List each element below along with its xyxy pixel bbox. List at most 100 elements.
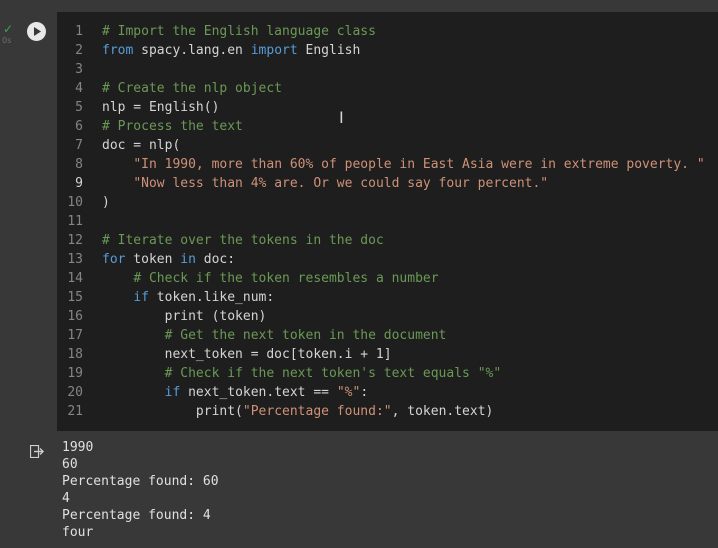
line-number: 21 xyxy=(67,404,83,419)
code-text: doc = nlp( xyxy=(102,136,180,155)
code-text: "Now less than 4% are. Or we could say f… xyxy=(102,174,548,193)
code-line[interactable]: 7 doc = nlp( xyxy=(57,136,718,155)
code-token: print( xyxy=(102,404,243,419)
run-cell-button[interactable] xyxy=(27,22,46,41)
line-number: 1 xyxy=(75,24,83,39)
code-token: next_token = doc[token.i + 1] xyxy=(102,347,392,362)
code-token: spacy.lang.en xyxy=(133,43,251,58)
code-line[interactable]: 8 "In 1990, more than 60% of people in E… xyxy=(57,155,718,174)
code-text: # Iterate over the tokens in the doc xyxy=(102,231,384,250)
line-number: 2 xyxy=(75,43,83,58)
cell-output: 1990 60 Percentage found: 60 4 Percentage fo… xyxy=(0,431,718,548)
code-token: , token.text) xyxy=(391,404,494,419)
code-line[interactable]: 20 if next_token.text == "%": xyxy=(57,383,718,402)
code-text: if token.like_num: xyxy=(102,288,274,307)
code-text: print("Percentage found:", token.text) xyxy=(102,402,493,421)
code-text: print (token) xyxy=(102,307,267,326)
output-redirect-icon[interactable] xyxy=(29,443,44,462)
code-line[interactable]: 6 # Process the text xyxy=(57,117,718,136)
line-number: 8 xyxy=(75,157,83,172)
output-line: Percentage found: 60 xyxy=(62,474,219,489)
code-line[interactable]: 5 nlp = English() xyxy=(57,98,718,117)
code-line[interactable]: 4 # Create the nlp object xyxy=(57,79,718,98)
code-line[interactable]: 11 xyxy=(57,212,718,231)
cell-gutter: ✓ 0s xyxy=(0,12,57,431)
code-text: "In 1990, more than 60% of people in Eas… xyxy=(102,155,704,174)
line-number: 13 xyxy=(67,252,83,267)
output-line: 4 xyxy=(62,491,70,506)
line-number: 18 xyxy=(67,347,83,362)
code-token: # Check if the next token's text equals … xyxy=(164,366,502,381)
code-token: for xyxy=(102,252,126,267)
code-line[interactable]: 21 print("Percentage found:", token.text… xyxy=(57,402,718,421)
code-token: # Import the English language class xyxy=(102,24,376,39)
output-line: Percentage found: 4 xyxy=(62,508,211,523)
play-icon xyxy=(33,27,41,36)
code-text: # Create the nlp object xyxy=(102,79,282,98)
code-cell[interactable]: ✓ 0s I 1 # Import the English language cl… xyxy=(0,12,718,431)
code-line[interactable]: 15 if token.like_num: xyxy=(57,288,718,307)
line-number: 12 xyxy=(67,233,83,248)
code-token: "Now less than 4% are. Or we could say f… xyxy=(133,176,549,191)
line-number: 3 xyxy=(75,62,83,77)
output-text: 1990 60 Percentage found: 60 4 Percentage fo… xyxy=(62,439,219,541)
code-line[interactable]: 13 for token in doc: xyxy=(57,250,718,269)
execution-duration: 0s xyxy=(2,36,12,45)
code-line[interactable]: 17 # Get the next token in the document xyxy=(57,326,718,345)
code-token: doc: xyxy=(195,252,236,267)
code-line[interactable]: 14 # Check if the token resembles a numb… xyxy=(57,269,718,288)
code-text: nlp = English() xyxy=(102,98,219,117)
code-line[interactable]: 16 print (token) xyxy=(57,307,718,326)
output-line: 1990 xyxy=(62,440,94,455)
code-line[interactable]: 1 # Import the English language class xyxy=(57,22,718,41)
code-token: if xyxy=(164,385,181,400)
code-line[interactable]: 2 from spacy.lang.en import English xyxy=(57,41,718,60)
code-line[interactable]: 19 # Check if the next token's text equa… xyxy=(57,364,718,383)
code-text: # Check if the next token's text equals … xyxy=(102,364,502,383)
code-line[interactable]: 3 xyxy=(57,60,718,79)
code-token: "%" xyxy=(336,385,361,400)
code-line[interactable]: 10) xyxy=(57,193,718,212)
line-number: 19 xyxy=(67,366,83,381)
code-line[interactable]: 12 # Iterate over the tokens in the doc xyxy=(57,231,718,250)
code-token: import xyxy=(250,43,298,58)
line-number: 10 xyxy=(67,195,83,210)
code-token: doc = nlp( xyxy=(102,138,181,153)
check-icon: ✓ xyxy=(3,22,14,36)
line-number: 5 xyxy=(75,100,83,115)
line-number: 9 xyxy=(75,176,83,191)
code-line[interactable]: 9 "Now less than 4% are. Or we could say… xyxy=(57,174,718,193)
output-line: 60 xyxy=(62,457,78,472)
code-editor[interactable]: I 1 # Import the English language class 2 f… xyxy=(57,12,718,431)
code-line[interactable]: 18 next_token = doc[token.i + 1] xyxy=(57,345,718,364)
code-token: : xyxy=(360,385,369,400)
line-number: 6 xyxy=(75,119,83,134)
code-text: # Import the English language class xyxy=(102,22,376,41)
code-token: # Create the nlp object xyxy=(102,81,283,96)
code-token: from xyxy=(102,43,134,58)
code-token: # Get the next token in the document xyxy=(164,328,447,343)
code-token: token.like_num: xyxy=(148,290,275,305)
line-number: 17 xyxy=(67,328,83,343)
code-text: ) xyxy=(102,193,110,212)
code-token: # Check if the token resembles a number xyxy=(133,271,439,286)
code-text: from spacy.lang.en import English xyxy=(102,41,360,60)
code-text: # Process the text xyxy=(102,117,243,136)
line-number: 14 xyxy=(67,271,83,286)
line-number: 7 xyxy=(75,138,83,153)
code-token: English xyxy=(297,43,361,58)
code-token: print (token) xyxy=(102,309,267,324)
code-text: for token in doc: xyxy=(102,250,235,269)
code-text: next_token = doc[token.i + 1] xyxy=(102,345,392,364)
code-token: token xyxy=(125,252,181,267)
code-text: # Check if the token resembles a number xyxy=(102,269,439,288)
code-token: ) xyxy=(102,195,110,210)
line-number: 20 xyxy=(67,385,83,400)
code-token: # Iterate over the tokens in the doc xyxy=(102,233,384,248)
